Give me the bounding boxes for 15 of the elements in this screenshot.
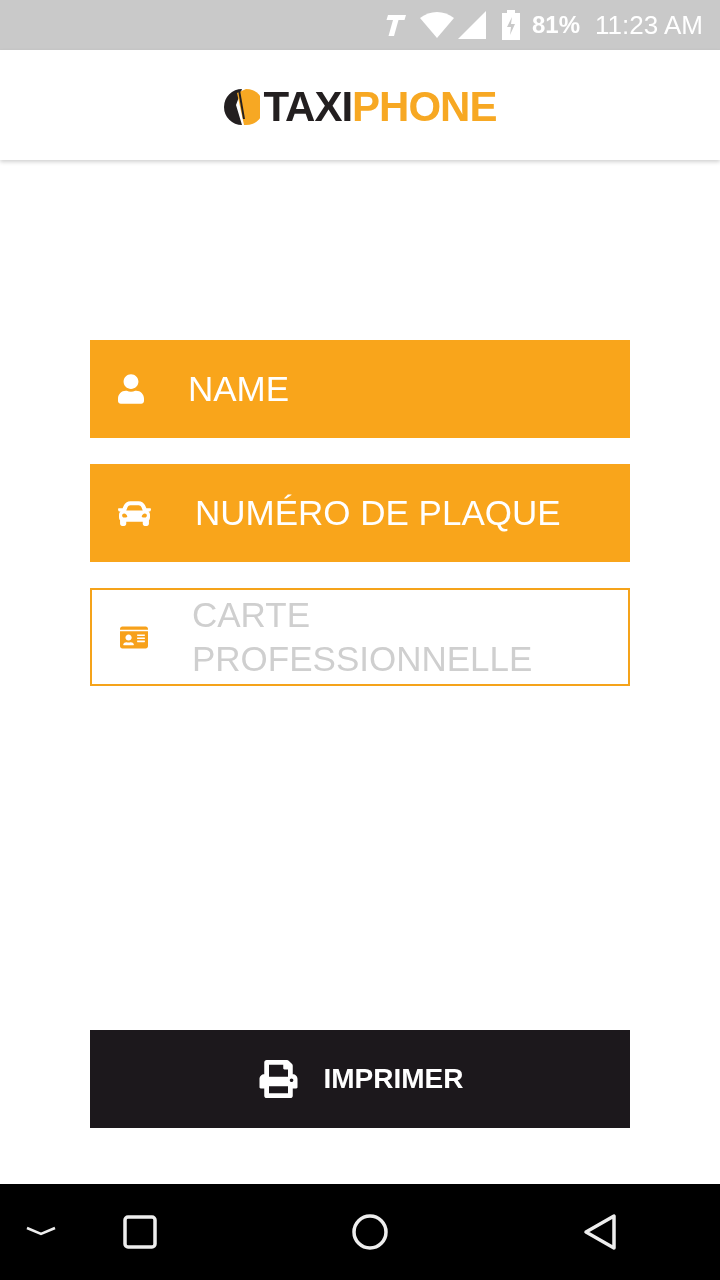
chevron-down-icon[interactable] (26, 1226, 56, 1236)
carrier-icon (384, 14, 406, 36)
battery-charging-icon (502, 10, 520, 40)
circle-icon[interactable] (352, 1214, 388, 1250)
logo-mark-icon (223, 89, 260, 125)
person-icon (118, 374, 144, 404)
logo-wordmark: TAXIPHONE (263, 86, 497, 128)
name-field[interactable]: NAME (90, 340, 630, 438)
signal-icon (458, 11, 486, 39)
plate-number-field[interactable]: NUMÉRO DE PLAQUE (90, 464, 630, 562)
wifi-icon (420, 12, 454, 38)
id-card-icon (120, 624, 148, 650)
square-icon[interactable] (123, 1215, 157, 1249)
back-triangle-icon[interactable] (583, 1213, 617, 1251)
print-button[interactable]: IMPRIMER (90, 1030, 630, 1128)
